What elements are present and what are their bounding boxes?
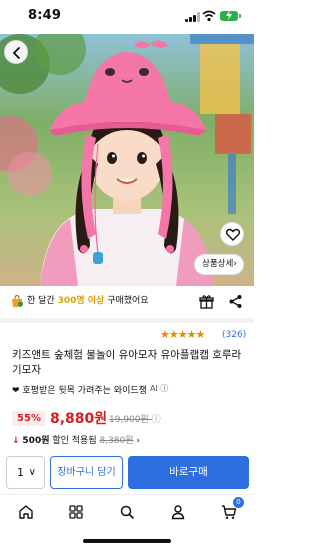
page-dot <box>117 287 121 291</box>
section-divider <box>0 318 254 323</box>
product-photo-illustration <box>0 34 254 286</box>
buy-now-button[interactable]: 바로구매 <box>128 456 249 489</box>
wishlist-button[interactable] <box>220 222 244 246</box>
review-count-link[interactable]: (326) <box>222 330 246 340</box>
product-title: 키즈앤트 숲체험 물놀이 유아모자 유아플랩캡 호루라기모자 <box>12 349 242 376</box>
quantity-select[interactable]: 1 ∨ <box>6 456 45 489</box>
coupon-discount-line[interactable]: ↓ 500원 할인 적용됨 8,380원 › <box>12 433 140 446</box>
original-price: 19,900원 ⓘ <box>109 412 161 425</box>
search-icon[interactable] <box>119 504 135 520</box>
product-detail-button[interactable]: 상품상세 › <box>194 254 244 275</box>
info-icon[interactable]: ⓘ <box>152 412 161 425</box>
shopping-bag-icon <box>12 294 24 307</box>
bottom-nav <box>0 494 254 530</box>
purchase-count-number: 300명 이상 <box>57 296 105 306</box>
product-image[interactable] <box>0 34 254 286</box>
wifi-icon <box>202 10 216 22</box>
original-price-value: 19,900원 <box>109 415 149 425</box>
coupon-amount: 500원 <box>22 436 50 446</box>
back-button[interactable] <box>4 40 28 64</box>
heart-icon <box>225 228 241 241</box>
coupon-final-price: 8,380원 <box>99 436 134 446</box>
purchase-count-suffix: 구매했어요 <box>104 296 149 306</box>
status-bar: 8:49 <box>0 0 254 34</box>
rating-stars[interactable]: ★★★★★ <box>160 328 205 341</box>
gift-icon[interactable] <box>199 294 214 309</box>
category-grid-icon[interactable] <box>68 504 84 520</box>
home-indicator <box>83 539 171 543</box>
image-pagination <box>117 276 138 295</box>
page-dot <box>131 287 135 291</box>
chevron-down-icon: ∨ <box>28 467 36 478</box>
down-arrow-icon: ↓ <box>12 436 20 446</box>
chevron-right-icon: › <box>233 259 237 269</box>
purchase-count-prefix: 한 달간 <box>27 296 58 306</box>
home-icon[interactable] <box>18 504 34 520</box>
product-detail-label: 상품상세 <box>202 259 234 269</box>
cart-count-badge: 0 <box>233 497 244 508</box>
chevron-left-icon <box>12 47 20 59</box>
my-page-icon[interactable] <box>170 504 186 520</box>
product-subtitle: ❤ 호평받은 뒷목 가려주는 와이드챙 <box>12 386 147 396</box>
add-to-cart-button[interactable]: 장바구니 담기 <box>50 456 123 489</box>
chevron-right-icon: › <box>133 436 140 446</box>
discount-badge: 55% <box>12 411 46 426</box>
ai-summary-badge[interactable]: AI ⓘ <box>150 383 168 394</box>
signal-icon <box>185 12 200 22</box>
quantity-value: 1 <box>17 466 24 479</box>
battery-icon <box>220 10 241 21</box>
status-time: 8:49 <box>28 8 62 23</box>
purchase-bar: 1 ∨ 장바구니 담기 바로구매 <box>0 452 254 494</box>
sale-price: 8,880원 <box>50 411 108 427</box>
page-dot <box>124 287 128 291</box>
purchase-count-text: 한 달간 300명 이상 구매했어요 <box>27 295 149 308</box>
coupon-text: 할인 적용됨 <box>49 436 100 446</box>
share-icon[interactable] <box>228 294 243 309</box>
